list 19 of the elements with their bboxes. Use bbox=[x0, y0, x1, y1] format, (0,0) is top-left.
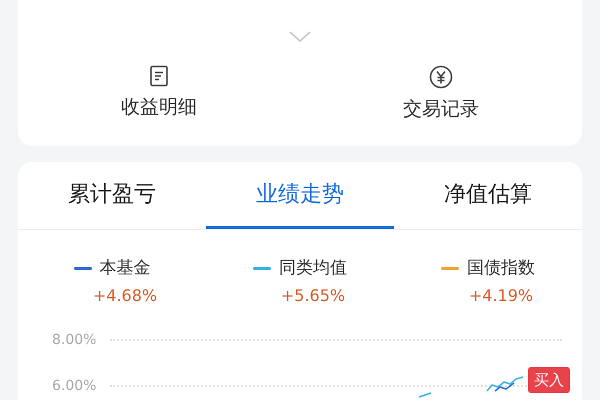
legend-label: 国债指数 bbox=[467, 257, 535, 280]
document-icon bbox=[149, 65, 169, 87]
legend-label: 本基金 bbox=[100, 257, 150, 280]
buy-marker: 买入 bbox=[528, 366, 570, 393]
legend-label: 同类均值 bbox=[279, 257, 347, 280]
action-button[interactable]: 收益明细 bbox=[18, 65, 300, 124]
tab[interactable]: 累计盈亏 bbox=[18, 162, 206, 229]
legend-value: +4.19% bbox=[468, 284, 534, 306]
action-button[interactable]: 交易记录 bbox=[300, 65, 582, 124]
line-chart-drawing bbox=[486, 376, 524, 392]
legend-value: +4.68% bbox=[92, 284, 158, 306]
legend-value: +5.65% bbox=[280, 284, 346, 306]
tab[interactable]: 净值估算 bbox=[394, 162, 582, 229]
chevron-down-icon[interactable] bbox=[289, 31, 311, 43]
tab[interactable]: 业绩走势 bbox=[206, 162, 394, 229]
axis-label: 6.00% bbox=[52, 376, 98, 396]
yen-icon bbox=[429, 65, 453, 89]
axis-label: 8.00% bbox=[52, 330, 98, 350]
line-segment-drawing bbox=[418, 392, 432, 398]
